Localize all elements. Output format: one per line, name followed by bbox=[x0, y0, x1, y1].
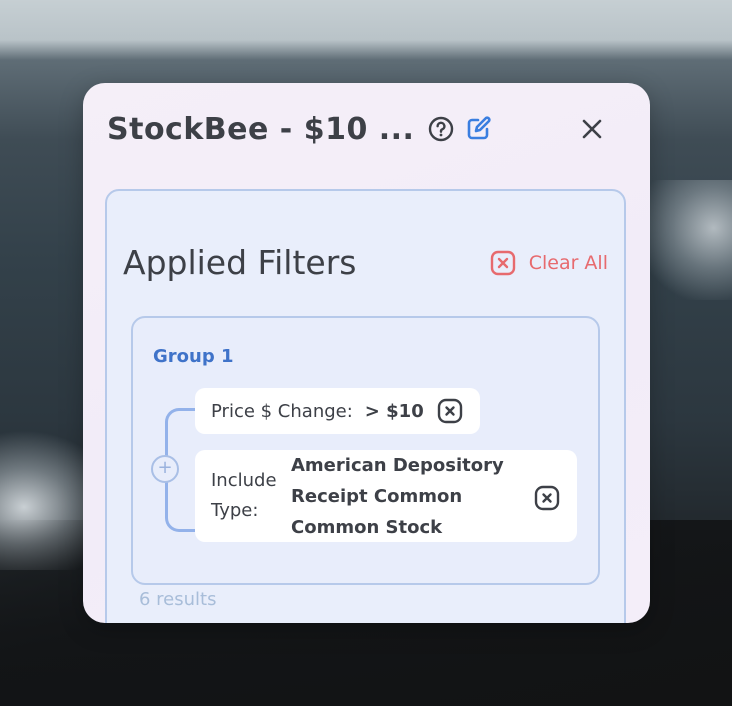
panel-header: StockBee - $10 ... bbox=[107, 109, 626, 149]
applied-filters-heading: Applied Filters bbox=[123, 243, 357, 282]
add-condition-button[interactable]: + bbox=[151, 455, 179, 483]
filter-chip-include-type: Include Type: American Depository Receip… bbox=[195, 450, 577, 542]
applied-filters-section: Applied Filters Clear All Group 1 + Pric… bbox=[105, 189, 626, 623]
remove-filter-icon[interactable] bbox=[533, 484, 561, 512]
clear-all-label: Clear All bbox=[528, 252, 608, 274]
group-label: Group 1 bbox=[153, 346, 234, 367]
filter-panel: StockBee - $10 ... Applied Filters Clear… bbox=[83, 83, 650, 623]
filter-label: Price $ Change: bbox=[211, 400, 353, 422]
remove-filter-icon[interactable] bbox=[436, 397, 464, 425]
panel-title: StockBee - $10 ... bbox=[107, 111, 415, 147]
background-foam-right bbox=[640, 180, 732, 300]
clear-all-icon bbox=[490, 250, 515, 276]
close-icon[interactable] bbox=[578, 115, 606, 143]
filter-label: Include Type: bbox=[211, 470, 277, 521]
filter-value: > $10 bbox=[364, 400, 424, 422]
help-circle-icon[interactable] bbox=[428, 116, 454, 142]
edit-icon[interactable] bbox=[464, 115, 492, 143]
filter-group: Group 1 + Price $ Change: > $10 Include … bbox=[131, 316, 600, 585]
filter-value: American Depository Receipt Common Commo… bbox=[291, 454, 504, 538]
clear-all-button[interactable]: Clear All bbox=[489, 249, 608, 277]
filter-chip-price-change: Price $ Change: > $10 bbox=[195, 388, 480, 434]
results-count: 6 results bbox=[139, 589, 217, 610]
